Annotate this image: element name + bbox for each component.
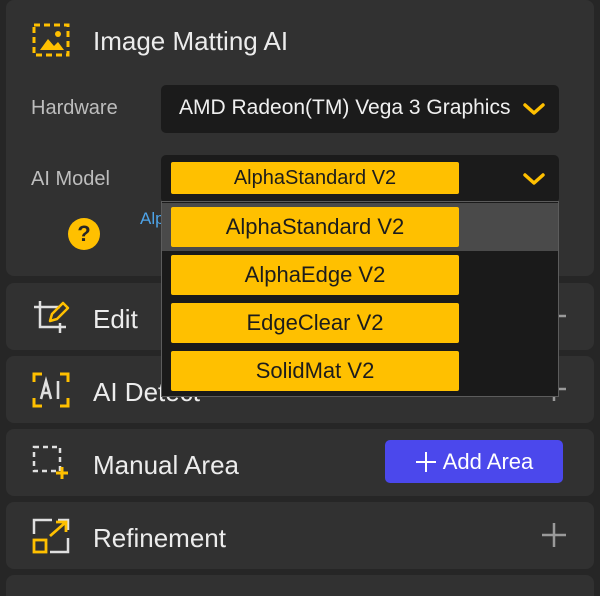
dropdown-option[interactable]: EdgeClear V2	[162, 299, 558, 347]
manual-area-panel: Manual Area Add Area	[6, 429, 594, 496]
image-matting-icon	[32, 22, 70, 58]
plus-icon	[415, 451, 436, 472]
refinement-icon	[32, 518, 70, 554]
ai-model-dropdown: AlphaStandard V2 AlphaEdge V2 EdgeClear …	[161, 201, 559, 397]
dropdown-option[interactable]: SolidMat V2	[162, 347, 558, 395]
dropdown-option[interactable]: AlphaEdge V2	[162, 251, 558, 299]
hardware-label: Hardware	[31, 97, 118, 119]
add-area-label: Add Area	[442, 448, 534, 474]
manual-area-title: Manual Area	[93, 450, 239, 480]
image-matting-title: Image Matting AI	[93, 26, 289, 56]
add-area-button[interactable]: Add Area	[385, 440, 563, 483]
manual-area-icon	[32, 445, 70, 481]
ai-model-value: AlphaStandard V2	[171, 162, 459, 194]
dropdown-option-label: EdgeClear V2	[171, 303, 459, 343]
dropdown-option[interactable]: AlphaStandard V2	[162, 203, 558, 251]
refinement-title: Refinement	[93, 523, 226, 553]
next-panel	[6, 575, 594, 596]
dropdown-option-label: AlphaEdge V2	[171, 255, 459, 295]
plus-icon[interactable]	[540, 521, 568, 549]
refinement-panel[interactable]: Refinement	[6, 502, 594, 569]
chevron-down-icon	[523, 101, 545, 117]
hardware-select[interactable]: AMD Radeon(TM) Vega 3 Graphics	[161, 85, 559, 133]
edit-title: Edit	[93, 304, 138, 334]
hardware-value: AMD Radeon(TM) Vega 3 Graphics	[179, 96, 511, 119]
help-icon[interactable]: ?	[68, 218, 100, 250]
ai-model-select[interactable]: AlphaStandard V2	[161, 155, 559, 203]
crop-edit-icon	[32, 299, 70, 335]
dropdown-option-label: SolidMat V2	[171, 351, 459, 391]
ai-detect-icon	[32, 372, 70, 408]
chevron-down-icon	[523, 171, 545, 187]
dropdown-option-label: AlphaStandard V2	[171, 207, 459, 247]
ai-model-label: AI Model	[31, 168, 110, 190]
